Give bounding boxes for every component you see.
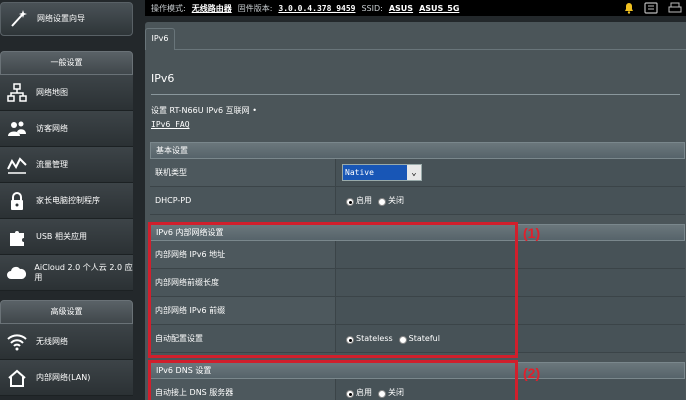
wireless-icon <box>6 331 28 353</box>
title-divider <box>151 94 680 95</box>
annotation-label-1: (1) <box>523 225 541 241</box>
ssid-label: SSID: <box>361 3 383 13</box>
advanced-section-header: 高级设置 <box>0 300 133 324</box>
ssid-1-link[interactable]: ASUS <box>389 4 413 13</box>
annotation-label-2: (2) <box>523 365 541 381</box>
printer-status-icon[interactable] <box>668 2 682 16</box>
table-row: DHCP-PD 启用 关闭 <box>150 187 685 215</box>
mode-value-link[interactable]: 无线路由器 <box>192 3 232 14</box>
main-panel: IPv6 IPv6 设置 RT-N66U IPv6 互联网 • IPv6 FAQ… <box>145 22 686 400</box>
basic-settings-header: 基本设置 <box>150 142 685 159</box>
sidebar-item-label: 网络地图 <box>36 87 68 97</box>
notification-icon[interactable] <box>624 2 634 16</box>
dhcp-pd-disable-label: 关闭 <box>388 196 404 205</box>
dhcp-pd-enable-label: 启用 <box>356 196 372 205</box>
sidebar: 网络设置向导 一般设置 网络地图 访客网络 流量管理 家长电脑控制程序 USB … <box>0 0 135 400</box>
annotation-box-2 <box>148 360 518 400</box>
sidebar-item-usb-apps[interactable]: USB 相关应用 <box>0 219 133 255</box>
mode-label: 操作模式: <box>151 3 186 13</box>
firmware-value-link[interactable]: 3.0.0.4.378_9459 <box>278 4 355 13</box>
sidebar-item-lan[interactable]: 内部网络(LAN) <box>0 360 133 396</box>
sidebar-item-label: 流量管理 <box>36 159 68 169</box>
page-description: 设置 RT-N66U IPv6 互联网 • <box>151 106 257 115</box>
tab-ipv6[interactable]: IPv6 <box>145 28 175 50</box>
guest-network-icon <box>6 118 28 140</box>
ssid-2-link[interactable]: ASUS_5G <box>419 4 459 13</box>
sidebar-item-guest-network[interactable]: 访客网络 <box>0 111 133 147</box>
lock-icon <box>6 190 28 212</box>
dhcp-pd-label: DHCP-PD <box>150 187 336 214</box>
dhcp-pd-disable-radio[interactable] <box>378 197 386 206</box>
sidebar-item-label: 家长电脑控制程序 <box>36 195 100 205</box>
network-map-icon <box>6 82 28 104</box>
annotation-box-1 <box>148 222 518 358</box>
puzzle-icon <box>6 226 28 248</box>
connection-type-label: 联机类型 <box>150 159 336 186</box>
quick-setup-button[interactable]: 网络设置向导 <box>0 2 133 36</box>
sidebar-item-wireless[interactable]: 无线网络 <box>0 324 133 360</box>
basic-settings-table: 基本设置 联机类型 Native ⌄ DHCP-PD 启用 关闭 <box>150 142 685 215</box>
status-bar: 操作模式: 无线路由器 固件版本: 3.0.0.4.378_9459 SSID:… <box>145 0 686 16</box>
sidebar-item-label: USB 相关应用 <box>36 231 87 241</box>
sidebar-item-label: 访客网络 <box>36 123 68 133</box>
sidebar-item-network-map[interactable]: 网络地图 <box>0 75 133 111</box>
firmware-label: 固件版本: <box>237 3 273 13</box>
quick-setup-label: 网络设置向导 <box>37 14 85 23</box>
tab-divider <box>175 49 686 50</box>
usb-status-icon[interactable] <box>644 2 658 16</box>
sidebar-item-aicloud[interactable]: AiCloud 2.0 个人云 2.0 应用 <box>0 255 133 291</box>
table-row: 联机类型 Native ⌄ <box>150 159 685 187</box>
magic-wand-icon <box>7 8 29 30</box>
sidebar-item-parental-control[interactable]: 家长电脑控制程序 <box>0 183 133 219</box>
connection-type-value: Native <box>345 168 374 177</box>
traffic-manager-icon <box>6 154 28 176</box>
ipv6-faq-link[interactable]: IPv6 FAQ <box>151 120 190 129</box>
home-icon <box>6 367 28 389</box>
connection-type-select[interactable]: Native ⌄ <box>342 164 422 181</box>
chevron-down-icon: ⌄ <box>407 165 421 180</box>
dhcp-pd-enable-radio[interactable] <box>346 197 354 206</box>
sidebar-item-traffic-manager[interactable]: 流量管理 <box>0 147 133 183</box>
sidebar-item-label: 无线网络 <box>36 336 68 346</box>
aicloud-icon <box>6 262 27 284</box>
sidebar-item-label: 内部网络(LAN) <box>36 372 91 382</box>
page-title: IPv6 <box>151 72 175 85</box>
sidebar-item-label: AiCloud 2.0 个人云 2.0 应用 <box>34 262 133 282</box>
general-section-header: 一般设置 <box>0 51 133 75</box>
